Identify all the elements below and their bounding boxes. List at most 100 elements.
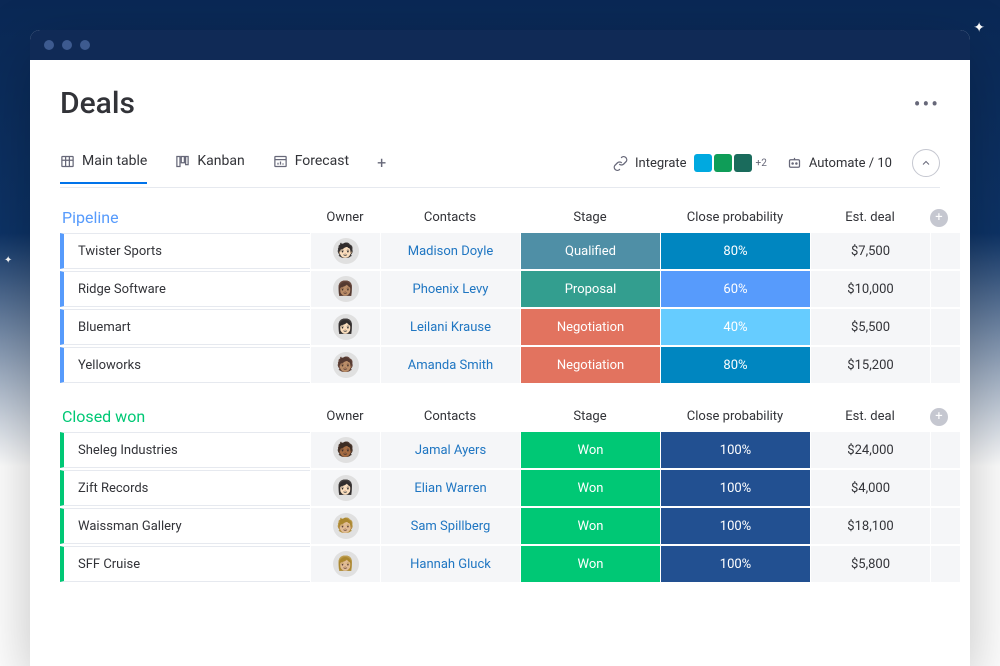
tab-label: Forecast xyxy=(295,153,349,169)
app-badge xyxy=(714,154,732,172)
probability-cell[interactable]: 100% xyxy=(660,470,810,506)
owner-cell[interactable]: 👩🏻 xyxy=(310,309,380,345)
table-row[interactable]: Yelloworks 🧑🏽 Amanda Smith Negotiation 8… xyxy=(60,347,940,383)
column-header[interactable]: Contacts xyxy=(380,210,520,225)
owner-cell[interactable]: 🧑🏽 xyxy=(310,347,380,383)
contact-cell[interactable]: Elian Warren xyxy=(380,470,520,506)
stage-cell[interactable]: Qualified xyxy=(520,233,660,269)
column-header[interactable]: Est. deal xyxy=(810,409,930,424)
deal-name-cell[interactable]: Waissman Gallery xyxy=(60,508,310,544)
deal-value-cell[interactable]: $15,200 xyxy=(810,347,930,383)
contact-cell[interactable]: Hannah Gluck xyxy=(380,546,520,582)
avatar: 🧑🏽 xyxy=(333,352,359,378)
add-column-button[interactable]: + xyxy=(930,209,948,227)
group-closed-won: Closed wonOwnerContactsStageClose probab… xyxy=(60,407,940,582)
stage-cell[interactable]: Won xyxy=(520,546,660,582)
owner-cell[interactable]: 🧑🏼 xyxy=(310,508,380,544)
deal-name-cell[interactable]: Ridge Software xyxy=(60,271,310,307)
column-header[interactable]: Owner xyxy=(310,409,380,424)
table-row[interactable]: Twister Sports 🧑🏻 Madison Doyle Qualifie… xyxy=(60,233,940,269)
more-options-button[interactable]: ••• xyxy=(914,92,940,116)
star-decoration: ✦ xyxy=(973,20,985,36)
avatar: 👩🏻 xyxy=(333,475,359,501)
probability-cell[interactable]: 40% xyxy=(660,309,810,345)
group-title[interactable]: Closed won xyxy=(60,407,310,426)
integrate-icon xyxy=(613,156,628,171)
tab-forecast[interactable]: Forecast xyxy=(273,153,349,184)
stage-cell[interactable]: Negotiation xyxy=(520,347,660,383)
table-row[interactable]: Ridge Software 👩🏽 Phoenix Levy Proposal … xyxy=(60,271,940,307)
automate-icon xyxy=(787,156,802,171)
deal-name-cell[interactable]: SFF Cruise xyxy=(60,546,310,582)
probability-cell[interactable]: 80% xyxy=(660,347,810,383)
table-row[interactable]: Sheleg Industries 🧑🏾 Jamal Ayers Won 100… xyxy=(60,432,940,468)
owner-cell[interactable]: 🧑🏾 xyxy=(310,432,380,468)
table-row[interactable]: Zift Records 👩🏻 Elian Warren Won 100% $4… xyxy=(60,470,940,506)
contact-cell[interactable]: Madison Doyle xyxy=(380,233,520,269)
table-row[interactable]: Bluemart 👩🏻 Leilani Krause Negotiation 4… xyxy=(60,309,940,345)
column-header[interactable]: Stage xyxy=(520,409,660,424)
table-row[interactable]: Waissman Gallery 🧑🏼 Sam Spillberg Won 10… xyxy=(60,508,940,544)
deal-name-cell[interactable]: Twister Sports xyxy=(60,233,310,269)
column-header[interactable]: Contacts xyxy=(380,409,520,424)
add-column-button[interactable]: + xyxy=(930,408,948,426)
collapse-button[interactable] xyxy=(912,149,940,177)
tab-label: Main table xyxy=(82,153,147,169)
deal-value-cell[interactable]: $24,000 xyxy=(810,432,930,468)
contact-cell[interactable]: Sam Spillberg xyxy=(380,508,520,544)
deal-name-cell[interactable]: Sheleg Industries xyxy=(60,432,310,468)
deal-value-cell[interactable]: $10,000 xyxy=(810,271,930,307)
contact-cell[interactable]: Jamal Ayers xyxy=(380,432,520,468)
automate-button[interactable]: Automate / 10 xyxy=(787,156,892,171)
contact-cell[interactable]: Amanda Smith xyxy=(380,347,520,383)
contact-cell[interactable]: Phoenix Levy xyxy=(380,271,520,307)
owner-cell[interactable]: 👩🏻 xyxy=(310,470,380,506)
avatar: 🧑🏼 xyxy=(333,513,359,539)
avatar: 👩🏽 xyxy=(333,276,359,302)
column-header[interactable]: Owner xyxy=(310,210,380,225)
owner-cell[interactable]: 🧑🏻 xyxy=(310,233,380,269)
deal-value-cell[interactable]: $5,500 xyxy=(810,309,930,345)
column-header[interactable]: Stage xyxy=(520,210,660,225)
probability-cell[interactable]: 60% xyxy=(660,271,810,307)
stage-cell[interactable]: Negotiation xyxy=(520,309,660,345)
group-title[interactable]: Pipeline xyxy=(60,208,310,227)
add-view-button[interactable]: + xyxy=(377,153,386,184)
row-end-cell xyxy=(930,309,960,345)
owner-cell[interactable]: 👩🏼 xyxy=(310,546,380,582)
stage-cell[interactable]: Won xyxy=(520,508,660,544)
page-title: Deals xyxy=(60,86,135,121)
row-end-cell xyxy=(930,432,960,468)
probability-cell[interactable]: 100% xyxy=(660,546,810,582)
app-badge xyxy=(734,154,752,172)
owner-cell[interactable]: 👩🏽 xyxy=(310,271,380,307)
row-end-cell xyxy=(930,508,960,544)
probability-cell[interactable]: 80% xyxy=(660,233,810,269)
deal-value-cell[interactable]: $5,800 xyxy=(810,546,930,582)
stage-cell[interactable]: Won xyxy=(520,432,660,468)
probability-cell[interactable]: 100% xyxy=(660,432,810,468)
deal-name-cell[interactable]: Zift Records xyxy=(60,470,310,506)
stage-cell[interactable]: Won xyxy=(520,470,660,506)
tab-main-table[interactable]: Main table xyxy=(60,153,147,184)
deal-value-cell[interactable]: $7,500 xyxy=(810,233,930,269)
deal-name-cell[interactable]: Yelloworks xyxy=(60,347,310,383)
deal-value-cell[interactable]: $4,000 xyxy=(810,470,930,506)
table-row[interactable]: SFF Cruise 👩🏼 Hannah Gluck Won 100% $5,8… xyxy=(60,546,940,582)
app-window: Deals ••• Main table Kanban Forecast + Inte… xyxy=(30,30,970,666)
app-more-count: +2 xyxy=(756,158,767,169)
tab-kanban[interactable]: Kanban xyxy=(175,153,244,184)
integrate-button[interactable]: Integrate +2 xyxy=(613,154,767,172)
integrate-apps: +2 xyxy=(694,154,767,172)
avatar: 🧑🏻 xyxy=(333,238,359,264)
stage-cell[interactable]: Proposal xyxy=(520,271,660,307)
column-header[interactable]: Close probability xyxy=(660,210,810,225)
kanban-icon xyxy=(175,154,190,169)
probability-cell[interactable]: 100% xyxy=(660,508,810,544)
deal-name-cell[interactable]: Bluemart xyxy=(60,309,310,345)
deal-value-cell[interactable]: $18,100 xyxy=(810,508,930,544)
row-end-cell xyxy=(930,546,960,582)
contact-cell[interactable]: Leilani Krause xyxy=(380,309,520,345)
column-header[interactable]: Close probability xyxy=(660,409,810,424)
column-header[interactable]: Est. deal xyxy=(810,210,930,225)
